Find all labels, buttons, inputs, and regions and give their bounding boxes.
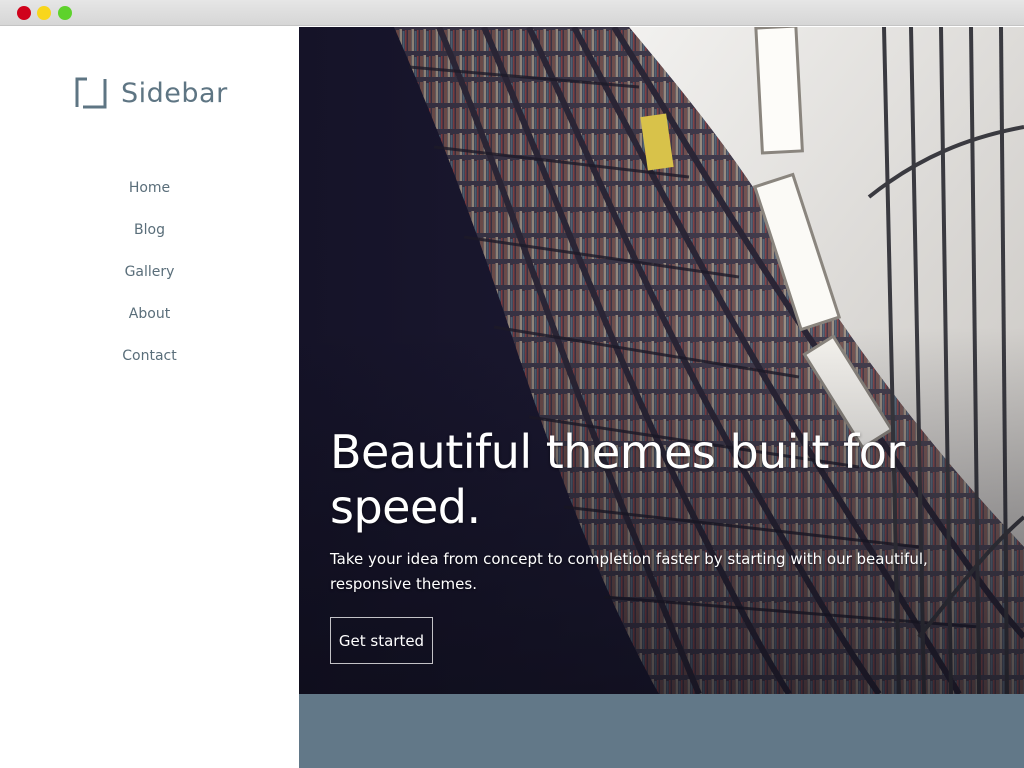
sidebar-item-blog: Blog xyxy=(0,219,299,261)
get-started-button[interactable]: Get started xyxy=(330,617,433,664)
hero-subtitle: Take your idea from concept to completio… xyxy=(330,550,928,593)
window-close-button[interactable] xyxy=(17,6,31,20)
content-band xyxy=(299,694,1024,768)
brand-name: Sidebar xyxy=(121,77,228,109)
sidebar-nav: Home Blog Gallery About Contact xyxy=(0,177,299,387)
window-minimize-button[interactable] xyxy=(37,6,51,20)
nav-link-gallery[interactable]: Gallery xyxy=(125,264,175,280)
brand-link[interactable]: Sidebar xyxy=(75,76,228,110)
hero-section: Beautiful themes built for speed. Take y… xyxy=(299,27,1024,694)
sidebar-item-contact: Contact xyxy=(0,345,299,387)
sidebar-item-about: About xyxy=(0,303,299,345)
hero-title: Beautiful themes built for speed. xyxy=(330,425,905,534)
sidebar-item-home: Home xyxy=(0,177,299,219)
nav-link-contact[interactable]: Contact xyxy=(122,348,176,364)
sidebar: Sidebar Home Blog Gallery About Contact xyxy=(0,27,299,768)
nav-link-home[interactable]: Home xyxy=(129,180,170,196)
sidebar-item-gallery: Gallery xyxy=(0,261,299,303)
nav-link-about[interactable]: About xyxy=(129,306,170,322)
bracket-square-logo-icon xyxy=(75,77,107,109)
nav-link-blog[interactable]: Blog xyxy=(134,222,165,238)
window-titlebar xyxy=(0,0,1024,26)
window-maximize-button[interactable] xyxy=(58,6,72,20)
